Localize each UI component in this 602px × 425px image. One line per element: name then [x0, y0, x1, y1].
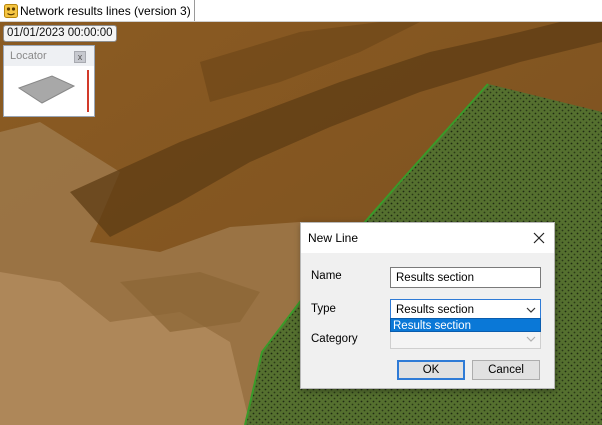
- close-icon[interactable]: [530, 229, 548, 247]
- name-label: Name: [311, 270, 342, 282]
- type-select[interactable]: Results section: [390, 299, 541, 320]
- category-label: Category: [311, 333, 358, 345]
- document-tab[interactable]: Network results lines (version 3): [0, 0, 195, 21]
- ok-button[interactable]: OK: [397, 360, 465, 380]
- locator-header: Locator x: [4, 46, 94, 66]
- tab-title: Network results lines (version 3): [20, 3, 191, 18]
- locator-close-button[interactable]: x: [74, 51, 86, 63]
- chevron-down-icon: [526, 305, 536, 313]
- locator-panel: Locator x: [3, 45, 95, 117]
- type-select-value: Results section: [396, 303, 474, 316]
- type-dropdown-option[interactable]: Results section: [390, 318, 541, 332]
- name-input[interactable]: Results section: [390, 267, 541, 288]
- workspace-icon: [4, 3, 18, 18]
- type-label: Type: [311, 303, 336, 315]
- locator-overview[interactable]: [4, 66, 94, 116]
- chevron-down-icon: [526, 334, 536, 342]
- cancel-button[interactable]: Cancel: [472, 360, 540, 380]
- timestamp-label: 01/01/2023 00:00:00: [3, 25, 117, 42]
- dialog-titlebar: New Line: [301, 223, 554, 253]
- document-tab-bar: Network results lines (version 3): [0, 0, 602, 22]
- new-line-dialog: New Line Name Results section Type Resul…: [300, 222, 555, 389]
- locator-title: Locator: [10, 50, 47, 62]
- dialog-title: New Line: [308, 231, 359, 245]
